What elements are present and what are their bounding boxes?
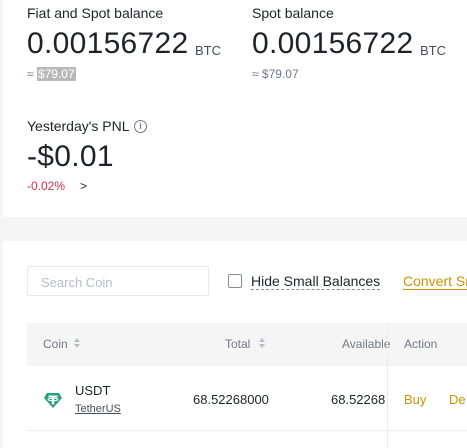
pnl-percent: -0.02% <box>27 179 66 193</box>
deposit-button[interactable]: De <box>449 392 466 407</box>
spot-balance-usd: ≈ $79.07 <box>252 67 299 81</box>
table-header: Coin Total Available Action <box>27 323 467 366</box>
coin-available: 68.52268 <box>331 392 386 407</box>
spot-balance-label: Spot balance <box>252 5 334 21</box>
row-divider <box>27 430 467 431</box>
search-coin-box[interactable] <box>27 266 209 296</box>
column-action: Action <box>404 337 438 351</box>
search-coin-input[interactable] <box>39 268 203 296</box>
column-total[interactable]: Total <box>225 337 250 351</box>
pnl-value: -$0.01 <box>27 140 114 173</box>
buy-button[interactable]: Buy <box>404 392 426 407</box>
fiat-spot-balance-label: Fiat and Spot balance <box>27 5 164 21</box>
sort-coin-icon[interactable] <box>74 337 80 351</box>
info-icon[interactable]: i <box>134 120 147 133</box>
spot-balance-unit: BTC <box>420 43 446 58</box>
column-available[interactable]: Available <box>342 337 390 351</box>
approx-sign: ≈ <box>27 67 34 81</box>
convert-small-balances-link[interactable]: Convert Sm <box>403 274 467 290</box>
hide-small-balances-checkbox[interactable] <box>228 274 242 288</box>
tether-icon <box>44 393 62 408</box>
hide-small-balances-label[interactable]: Hide Small Balances <box>251 273 381 290</box>
coin-name-link[interactable]: TetherUS <box>75 403 121 415</box>
fiat-spot-balance-usd: ≈ $79.07 <box>27 67 76 81</box>
coin-symbol: USDT <box>75 383 111 398</box>
sort-total-icon[interactable] <box>259 337 265 351</box>
fiat-spot-balance-unit: BTC <box>195 43 221 58</box>
spot-balance-value: 0.00156722 <box>252 27 414 60</box>
fiat-spot-usd-value: $79.07 <box>36 67 76 81</box>
column-coin[interactable]: Coin <box>43 337 68 351</box>
fiat-spot-balance-value: 0.00156722 <box>27 27 189 60</box>
pnl-details-arrow-icon[interactable]: > <box>80 179 87 193</box>
coin-total: 68.52268000 <box>193 392 269 407</box>
pnl-label: Yesterday's PNL <box>27 118 130 134</box>
